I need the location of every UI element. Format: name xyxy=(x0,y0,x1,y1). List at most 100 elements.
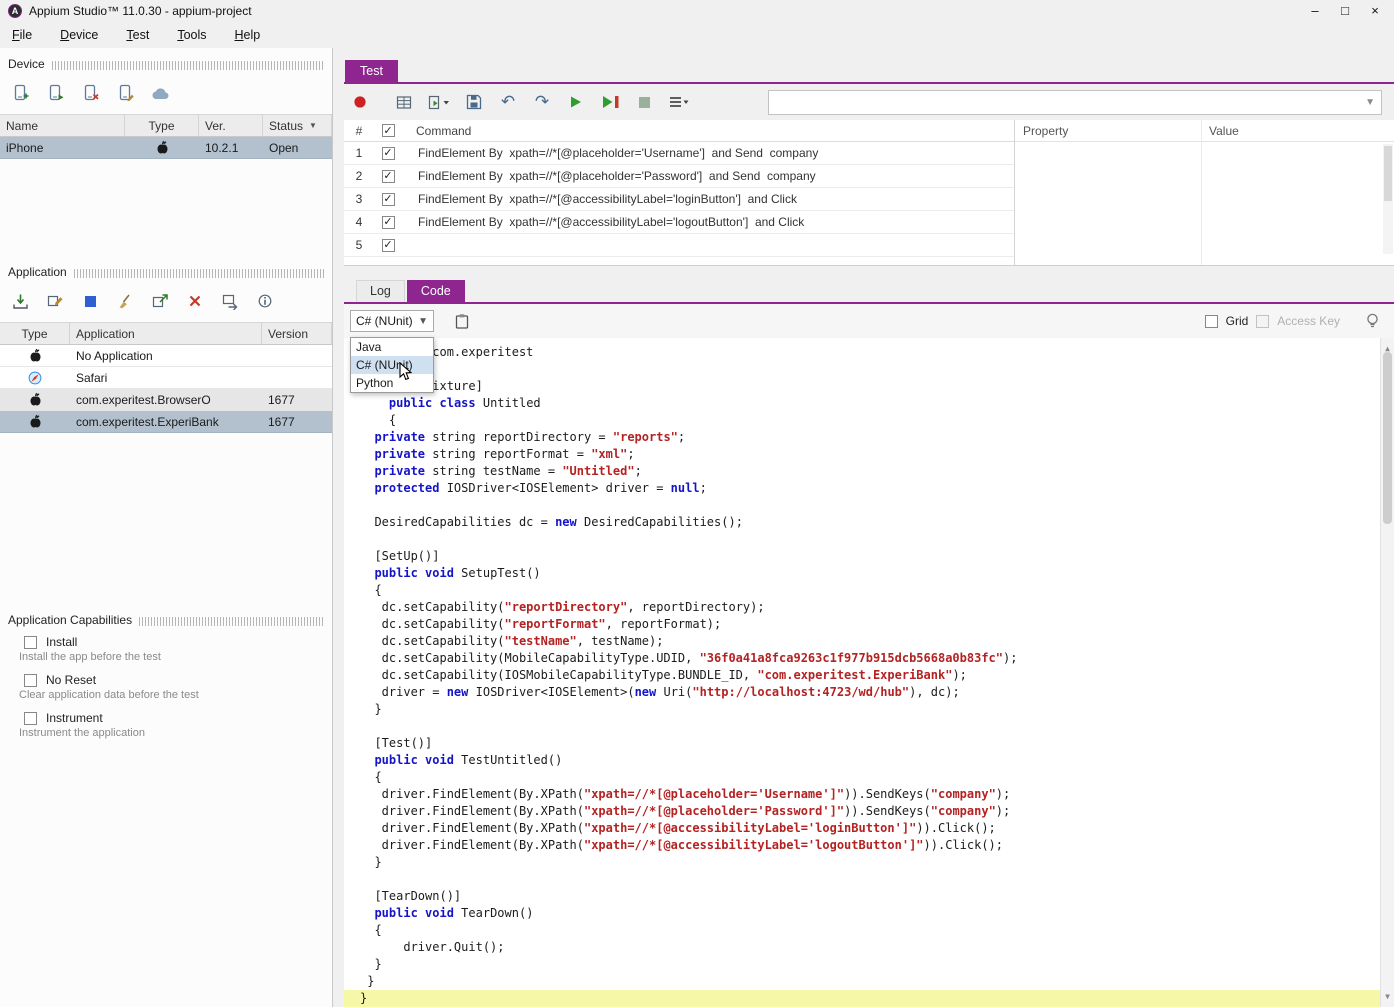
application-row[interactable]: No Application xyxy=(0,345,332,367)
application-section-header: Application xyxy=(0,256,332,280)
step-checkbox[interactable] xyxy=(382,216,395,229)
column-header-status[interactable]: Status ▼ xyxy=(263,115,332,136)
device-row[interactable]: iPhone10.2.1Open xyxy=(0,137,332,159)
record-icon[interactable] xyxy=(350,91,370,113)
menu-test[interactable]: Test xyxy=(126,28,149,42)
test-device-combobox[interactable]: ▼ xyxy=(768,90,1382,115)
column-header-application[interactable]: Application xyxy=(70,323,262,344)
copy-code-icon[interactable] xyxy=(452,310,472,332)
add-device-icon[interactable] xyxy=(10,82,30,104)
tab-code[interactable]: Code xyxy=(407,280,465,302)
install-checkbox[interactable] xyxy=(24,636,37,649)
edit-device-icon[interactable] xyxy=(115,82,135,104)
code-line: [TestFixture] xyxy=(360,378,1394,395)
maximize-button[interactable]: □ xyxy=(1330,3,1360,18)
lightbulb-icon[interactable] xyxy=(1362,310,1382,332)
panel-splitter[interactable] xyxy=(333,48,344,1007)
command-row[interactable]: 5 xyxy=(344,234,1014,257)
language-option-python[interactable]: Python xyxy=(351,374,433,392)
step-checkbox[interactable] xyxy=(382,147,395,160)
column-header-property[interactable]: Property xyxy=(1015,120,1201,141)
grid-checkbox[interactable] xyxy=(1205,315,1218,328)
run-selected-icon[interactable] xyxy=(600,91,620,113)
column-header-version[interactable]: Version xyxy=(262,323,332,344)
stop-app-icon[interactable] xyxy=(80,290,100,312)
disconnect-device-icon[interactable] xyxy=(80,82,100,104)
device-section-title: Device xyxy=(8,57,45,71)
access-key-checkbox xyxy=(1256,315,1269,328)
application-row[interactable]: Safari xyxy=(0,367,332,389)
run-test-icon[interactable] xyxy=(566,91,586,113)
step-index: 2 xyxy=(344,169,374,183)
capability-label: Install xyxy=(46,635,77,649)
command-row[interactable]: 4FindElement By xpath=//*[@accessibility… xyxy=(344,211,1014,234)
menu-help[interactable]: Help xyxy=(235,28,261,42)
application-row[interactable]: com.experitest.ExperiBank1677 xyxy=(0,411,332,433)
code-line: } xyxy=(360,701,1394,718)
stop-run-icon[interactable] xyxy=(634,91,654,113)
command-row[interactable]: 3FindElement By xpath=//*[@accessibility… xyxy=(344,188,1014,211)
edit-app-icon[interactable] xyxy=(45,290,65,312)
column-header-index[interactable]: # xyxy=(344,124,374,138)
application-version xyxy=(262,345,332,366)
device-table-header: Name Type Ver. Status ▼ xyxy=(0,115,332,137)
column-header-name[interactable]: Name xyxy=(0,115,125,136)
code-line: { xyxy=(360,922,1394,939)
status-filter-icon[interactable]: ▼ xyxy=(309,121,317,130)
column-header-value[interactable]: Value xyxy=(1201,120,1394,141)
select-all-checkbox[interactable] xyxy=(382,124,395,137)
close-button[interactable]: × xyxy=(1360,3,1390,18)
tab-log[interactable]: Log xyxy=(356,280,405,302)
switch-app-icon[interactable] xyxy=(220,290,240,312)
language-select[interactable]: C# (NUnit) ▼ xyxy=(350,310,434,332)
code-line: { xyxy=(360,582,1394,599)
menu-tools[interactable]: Tools xyxy=(177,28,206,42)
tab-test[interactable]: Test xyxy=(345,60,398,82)
minimize-button[interactable]: – xyxy=(1300,3,1330,18)
menu-file[interactable]: File xyxy=(12,28,32,42)
menu-device[interactable]: Device xyxy=(60,28,98,42)
redo-icon[interactable]: ↷ xyxy=(532,91,552,113)
launch-app-icon[interactable] xyxy=(150,290,170,312)
safari-icon xyxy=(0,367,70,388)
column-header-type[interactable]: Type xyxy=(125,115,199,136)
scroll-down-icon[interactable]: ▼ xyxy=(1381,988,1394,1005)
undo-icon[interactable]: ↶ xyxy=(498,91,518,113)
instrument-checkbox[interactable] xyxy=(24,712,37,725)
language-option-c-nunit[interactable]: C# (NUnit) xyxy=(351,356,433,374)
app-info-icon[interactable] xyxy=(255,290,275,312)
view-options-icon[interactable] xyxy=(668,91,689,113)
step-checkbox[interactable] xyxy=(382,193,395,206)
property-scrollbar[interactable] xyxy=(1383,144,1393,254)
code-line xyxy=(360,871,1394,888)
export-test-icon[interactable] xyxy=(428,91,450,113)
apple-icon xyxy=(0,345,70,366)
capability-description: Instrument the application xyxy=(0,727,332,746)
column-header-type[interactable]: Type xyxy=(0,323,70,344)
code-editor[interactable]: namespace com.experitest{ [TestFixture] … xyxy=(344,338,1394,1007)
code-line xyxy=(360,718,1394,735)
application-row[interactable]: com.experitest.BrowserO1677 xyxy=(0,389,332,411)
scrollbar-thumb[interactable] xyxy=(1383,352,1392,524)
uninstall-app-icon[interactable] xyxy=(185,290,205,312)
column-header-ver[interactable]: Ver. xyxy=(199,115,263,136)
step-checkbox[interactable] xyxy=(382,170,395,183)
command-row[interactable]: 2FindElement By xpath=//*[@placeholder='… xyxy=(344,165,1014,188)
no-reset-checkbox[interactable] xyxy=(24,674,37,687)
connect-device-icon[interactable] xyxy=(45,82,65,104)
save-test-icon[interactable] xyxy=(464,91,484,113)
cloud-devices-icon[interactable] xyxy=(150,82,171,104)
command-row[interactable]: 1FindElement By xpath=//*[@placeholder='… xyxy=(344,142,1014,165)
install-app-icon[interactable] xyxy=(10,290,30,312)
code-scrollbar[interactable]: ▲ ▼ xyxy=(1380,338,1394,1007)
step-checkbox[interactable] xyxy=(382,239,395,252)
apple-icon xyxy=(0,411,70,432)
add-step-icon[interactable] xyxy=(394,91,414,113)
code-line: } xyxy=(360,854,1394,871)
column-header-command[interactable]: Command xyxy=(402,124,1014,138)
code-line: { xyxy=(360,769,1394,786)
language-option-java[interactable]: Java xyxy=(351,338,433,356)
code-line: dc.setCapability("reportDirectory", repo… xyxy=(360,599,1394,616)
clean-app-icon[interactable] xyxy=(115,290,135,312)
device-status: Open xyxy=(263,137,332,158)
